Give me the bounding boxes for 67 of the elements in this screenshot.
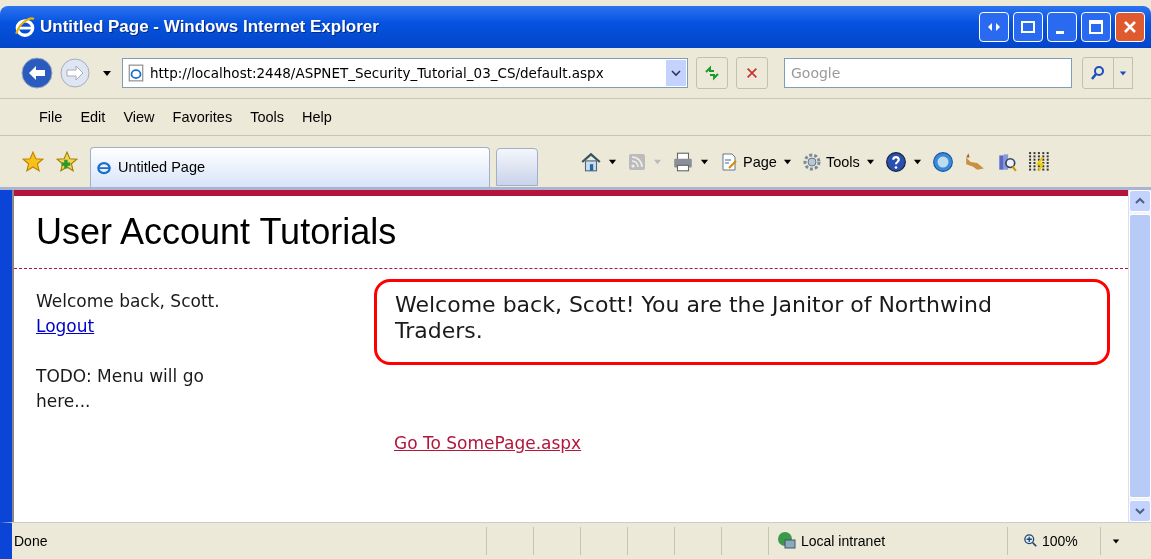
page-heading: User Account Tutorials xyxy=(36,210,398,254)
scrollbar[interactable] xyxy=(1128,190,1151,522)
somepage-link[interactable]: Go To SomePage.aspx xyxy=(394,431,582,456)
stop-icon xyxy=(745,66,759,80)
house-icon xyxy=(580,150,602,173)
caret-icon xyxy=(653,157,662,166)
gear-icon xyxy=(801,151,822,172)
feed-icon xyxy=(627,151,647,172)
menu-item[interactable]: Favorites xyxy=(165,107,240,127)
tools-menu-button[interactable]: Tools xyxy=(801,151,875,172)
dots-grid-icon[interactable] xyxy=(1027,150,1050,173)
welcome-message: Welcome back, Scott! You are the Janitor of Northwind Traders. xyxy=(374,279,1110,365)
search-field[interactable]: Google xyxy=(784,58,1072,88)
caret-icon xyxy=(912,157,922,166)
minimize-icon xyxy=(1056,30,1064,34)
star-icon[interactable] xyxy=(22,150,44,173)
minimize-button[interactable] xyxy=(1047,12,1077,42)
caret-icon xyxy=(1119,69,1127,77)
scroll-down-button[interactable] xyxy=(1129,500,1151,522)
browser-tab[interactable]: Untitled Page xyxy=(90,146,490,187)
maximize-button[interactable] xyxy=(1081,12,1111,42)
welcome-text: Welcome back, Scott. xyxy=(36,290,221,313)
menu-item[interactable]: Help xyxy=(295,107,339,127)
home-button[interactable] xyxy=(580,150,617,173)
zone-text: Local intranet xyxy=(801,533,886,549)
search-button[interactable] xyxy=(1082,57,1114,89)
window-title: Untitled Page - Windows Internet Explorer xyxy=(40,17,379,37)
todo-text: TODO: Menu will go here... xyxy=(36,365,205,413)
dropdown-button[interactable] xyxy=(666,60,686,86)
refresh-icon xyxy=(704,65,720,81)
caret-icon[interactable] xyxy=(102,68,112,78)
page-icon xyxy=(719,151,739,172)
print-button[interactable] xyxy=(672,150,709,173)
logout-link[interactable]: Logout xyxy=(36,314,95,339)
menu-item[interactable]: View xyxy=(116,107,162,127)
network-icon xyxy=(777,531,797,551)
menu-item[interactable]: Tools xyxy=(243,107,292,127)
caret-icon xyxy=(865,157,875,166)
address-field[interactable]: http://localhost:2448/ASPNET_Security_Tutorial_03_CS/default.aspx xyxy=(122,58,688,88)
scroll-up-button[interactable] xyxy=(1129,190,1151,212)
stop-button[interactable] xyxy=(736,57,768,89)
help-button[interactable] xyxy=(884,150,922,173)
caret-icon xyxy=(608,157,617,166)
caret-icon xyxy=(1112,537,1120,545)
zoom-icon xyxy=(1024,534,1038,548)
ie-logo-icon xyxy=(14,16,36,38)
menu-item[interactable]: Edit xyxy=(73,107,113,127)
help-icon xyxy=(884,150,907,173)
caret-icon xyxy=(782,157,792,166)
chevron-icon xyxy=(671,68,681,78)
status-text: Done xyxy=(13,533,49,549)
page-icon xyxy=(127,64,145,82)
printer-icon xyxy=(672,150,694,173)
scroll-thumb[interactable] xyxy=(1129,214,1151,498)
add-favorite-icon[interactable] xyxy=(56,150,78,173)
zoom-button[interactable]: 100% xyxy=(1007,527,1100,555)
search-icon xyxy=(1090,65,1106,81)
scroll-arrows-button[interactable] xyxy=(979,12,1009,42)
refresh-button[interactable] xyxy=(696,57,728,89)
globe-icon[interactable] xyxy=(931,150,954,173)
maximize-icon xyxy=(1086,17,1106,37)
page-menu-button[interactable]: Page xyxy=(719,151,792,172)
back-button[interactable] xyxy=(20,56,54,90)
window-button[interactable] xyxy=(1013,12,1043,42)
caret-icon xyxy=(700,157,709,166)
menu-item[interactable]: File xyxy=(32,107,70,127)
close-button[interactable] xyxy=(1115,12,1145,42)
